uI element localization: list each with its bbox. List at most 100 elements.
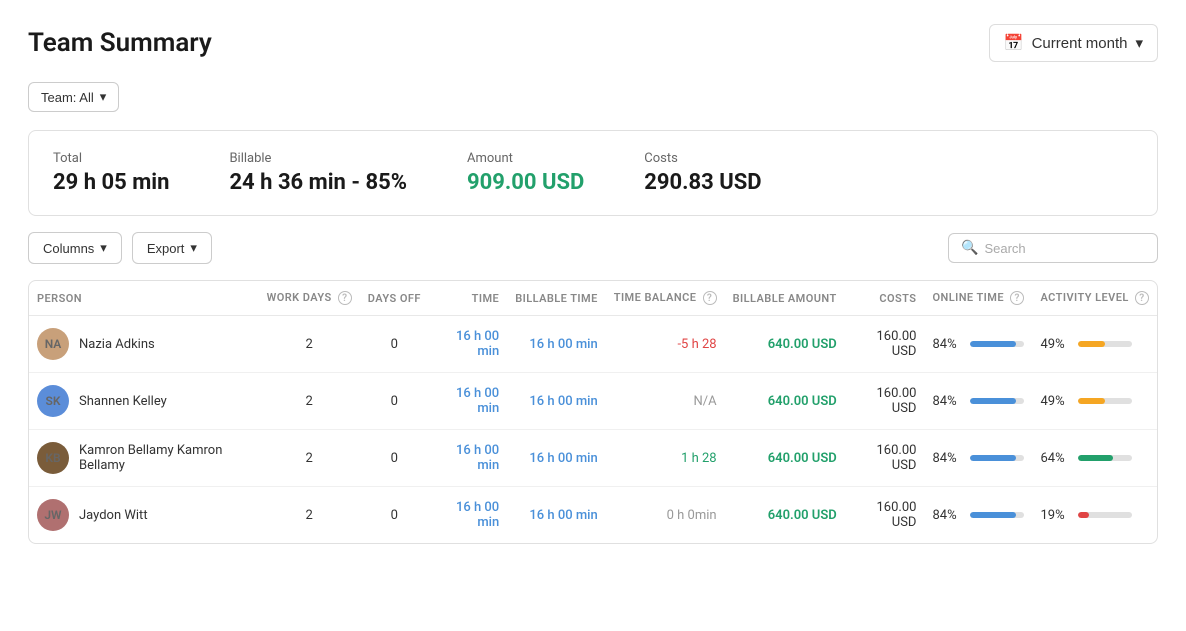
help-icon[interactable]: ? bbox=[1010, 291, 1024, 305]
team-filter-button[interactable]: Team: All ▾ bbox=[28, 82, 119, 112]
col-time: TIME bbox=[429, 281, 507, 316]
avatar: SK bbox=[37, 385, 69, 417]
billable-amount-cell: 640.00 USD bbox=[725, 316, 845, 373]
time-cell: 16 h 00 min bbox=[429, 430, 507, 487]
person-cell: JW Jaydon Witt bbox=[29, 487, 259, 544]
person-cell: SK Shannen Kelley bbox=[29, 373, 259, 430]
calendar-icon: 📅 bbox=[1004, 33, 1024, 53]
billable-time-cell: 16 h 00 min bbox=[507, 430, 606, 487]
billable-value: 24 h 36 min - 85% bbox=[229, 170, 407, 195]
billable-amount-cell: 640.00 USD bbox=[725, 430, 845, 487]
billable-amount-cell: 640.00 USD bbox=[725, 373, 845, 430]
team-table: PERSON WORK DAYS ? DAYS OFF TIME BILLABL… bbox=[28, 280, 1158, 544]
time-cell: 16 h 00 min bbox=[429, 487, 507, 544]
billable-time-cell: 16 h 00 min bbox=[507, 487, 606, 544]
columns-label: Columns bbox=[43, 241, 94, 256]
billable-amount-cell: 640.00 USD bbox=[725, 487, 845, 544]
amount-value: 909.00 USD bbox=[467, 170, 584, 195]
work-days-cell: 2 bbox=[259, 373, 360, 430]
time-balance-cell: -5 h 28 bbox=[606, 316, 725, 373]
online-time-cell: 84% bbox=[924, 430, 1032, 487]
costs-cell: 160.00 USD bbox=[845, 373, 925, 430]
table-header-row: PERSON WORK DAYS ? DAYS OFF TIME BILLABL… bbox=[29, 281, 1157, 316]
billable-label: Billable bbox=[229, 151, 407, 166]
amount-label: Amount bbox=[467, 151, 584, 166]
time-balance-cell: 0 h 0min bbox=[606, 487, 725, 544]
activity-level-cell: 49% bbox=[1032, 373, 1157, 430]
table-row: NA Nazia Adkins 2 0 16 h 00 min 16 h 00 … bbox=[29, 316, 1157, 373]
table-toolbar: Columns ▾ Export ▾ 🔍 bbox=[28, 232, 1158, 264]
team-filter-bar: Team: All ▾ bbox=[28, 82, 1158, 112]
table-row: JW Jaydon Witt 2 0 16 h 00 min 16 h 00 m… bbox=[29, 487, 1157, 544]
col-costs: COSTS bbox=[845, 281, 925, 316]
billable-time-cell: 16 h 00 min bbox=[507, 316, 606, 373]
costs-cell: 160.00 USD bbox=[845, 316, 925, 373]
current-month-button[interactable]: 📅 Current month ▾ bbox=[989, 24, 1158, 62]
help-icon[interactable]: ? bbox=[338, 291, 352, 305]
time-cell: 16 h 00 min bbox=[429, 316, 507, 373]
online-time-cell: 84% bbox=[924, 373, 1032, 430]
person-cell: KB Kamron Bellamy Kamron Bellamy bbox=[29, 430, 259, 487]
chevron-down-icon: ▾ bbox=[100, 89, 107, 105]
activity-level-cell: 49% bbox=[1032, 316, 1157, 373]
help-icon[interactable]: ? bbox=[703, 291, 717, 305]
days-off-cell: 0 bbox=[360, 430, 429, 487]
team-filter-label: Team: All bbox=[41, 90, 94, 105]
time-balance-cell: 1 h 28 bbox=[606, 430, 725, 487]
search-input[interactable] bbox=[984, 241, 1145, 256]
time-cell: 16 h 00 min bbox=[429, 373, 507, 430]
days-off-cell: 0 bbox=[360, 487, 429, 544]
export-button[interactable]: Export ▾ bbox=[132, 232, 212, 264]
help-icon[interactable]: ? bbox=[1135, 291, 1149, 305]
costs-value: 290.83 USD bbox=[644, 170, 761, 195]
search-icon: 🔍 bbox=[961, 240, 978, 256]
page-header: Team Summary 📅 Current month ▾ bbox=[28, 24, 1158, 62]
costs-label: Costs bbox=[644, 151, 761, 166]
days-off-cell: 0 bbox=[360, 316, 429, 373]
col-online-time: ONLINE TIME ? bbox=[924, 281, 1032, 316]
work-days-cell: 2 bbox=[259, 316, 360, 373]
chevron-down-icon: ▾ bbox=[1135, 34, 1143, 52]
activity-level-cell: 64% bbox=[1032, 430, 1157, 487]
chevron-down-icon: ▾ bbox=[100, 240, 107, 256]
person-name: Nazia Adkins bbox=[79, 337, 155, 352]
costs-summary: Costs 290.83 USD bbox=[644, 151, 761, 195]
activity-level-cell: 19% bbox=[1032, 487, 1157, 544]
avatar: NA bbox=[37, 328, 69, 360]
table-row: KB Kamron Bellamy Kamron Bellamy 2 0 16 … bbox=[29, 430, 1157, 487]
chevron-down-icon: ▾ bbox=[190, 240, 197, 256]
total-value: 29 h 05 min bbox=[53, 170, 169, 195]
toolbar-left: Columns ▾ Export ▾ bbox=[28, 232, 212, 264]
col-time-balance: TIME BALANCE ? bbox=[606, 281, 725, 316]
export-label: Export bbox=[147, 241, 185, 256]
total-label: Total bbox=[53, 151, 169, 166]
table-row: SK Shannen Kelley 2 0 16 h 00 min 16 h 0… bbox=[29, 373, 1157, 430]
current-month-label: Current month bbox=[1032, 35, 1128, 52]
costs-cell: 160.00 USD bbox=[845, 430, 925, 487]
person-name: Jaydon Witt bbox=[79, 508, 148, 523]
person-name: Kamron Bellamy Kamron Bellamy bbox=[79, 443, 251, 473]
online-time-cell: 84% bbox=[924, 316, 1032, 373]
work-days-cell: 2 bbox=[259, 430, 360, 487]
col-work-days: WORK DAYS ? bbox=[259, 281, 360, 316]
total-summary: Total 29 h 05 min bbox=[53, 151, 169, 195]
online-time-cell: 84% bbox=[924, 487, 1032, 544]
page-title: Team Summary bbox=[28, 28, 212, 58]
summary-card: Total 29 h 05 min Billable 24 h 36 min -… bbox=[28, 130, 1158, 216]
person-cell: NA Nazia Adkins bbox=[29, 316, 259, 373]
time-balance-cell: N/A bbox=[606, 373, 725, 430]
avatar: JW bbox=[37, 499, 69, 531]
days-off-cell: 0 bbox=[360, 373, 429, 430]
col-billable-time: BILLABLE TIME bbox=[507, 281, 606, 316]
work-days-cell: 2 bbox=[259, 487, 360, 544]
columns-button[interactable]: Columns ▾ bbox=[28, 232, 122, 264]
costs-cell: 160.00 USD bbox=[845, 487, 925, 544]
billable-time-cell: 16 h 00 min bbox=[507, 373, 606, 430]
avatar: KB bbox=[37, 442, 69, 474]
search-box[interactable]: 🔍 bbox=[948, 233, 1158, 263]
col-billable-amount: BILLABLE AMOUNT bbox=[725, 281, 845, 316]
person-name: Shannen Kelley bbox=[79, 394, 167, 409]
amount-summary: Amount 909.00 USD bbox=[467, 151, 584, 195]
col-person: PERSON bbox=[29, 281, 259, 316]
billable-summary: Billable 24 h 36 min - 85% bbox=[229, 151, 407, 195]
